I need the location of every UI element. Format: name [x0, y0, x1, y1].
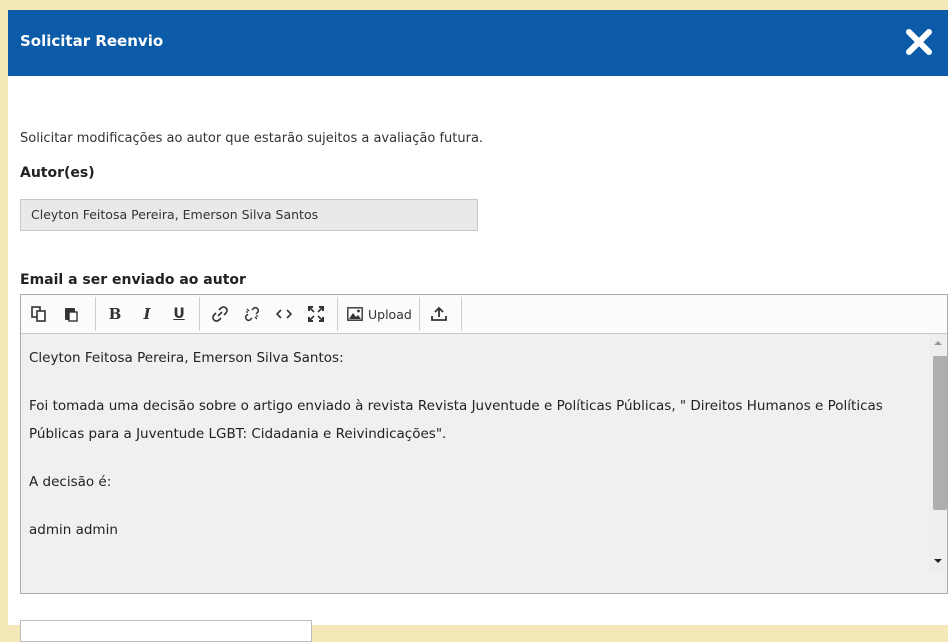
bold-button[interactable]: B: [99, 300, 131, 328]
copy-button[interactable]: [23, 300, 55, 328]
email-signature: admin admin: [29, 522, 118, 538]
email-editor[interactable]: B I U Upload Cleyton Feitosa Pereira, Em…: [20, 294, 948, 594]
email-label: Email a ser enviado ao autor: [20, 272, 246, 288]
authors-field[interactable]: Cleyton Feitosa Pereira, Emerson Silva S…: [20, 199, 478, 231]
italic-icon: I: [143, 305, 151, 323]
attachment-field[interactable]: [20, 620, 312, 642]
italic-button[interactable]: I: [131, 300, 163, 328]
dialog-panel: Solicitar Reenvio Solicitar modificações…: [8, 10, 948, 642]
code-button[interactable]: [268, 300, 300, 328]
image-icon: [347, 307, 363, 321]
unlink-button[interactable]: [236, 300, 268, 328]
upload-image-button[interactable]: Upload: [341, 300, 418, 328]
toolbar-divider: [337, 297, 338, 331]
underline-icon: U: [173, 306, 185, 322]
link-button[interactable]: [204, 300, 236, 328]
authors-label: Autor(es): [20, 165, 95, 181]
bold-icon: B: [108, 305, 122, 323]
media-group: Upload: [341, 299, 418, 329]
close-button[interactable]: [904, 27, 934, 57]
file-group: [423, 299, 455, 329]
toolbar-divider: [95, 297, 96, 331]
upload-file-button[interactable]: [423, 300, 455, 328]
email-decision: A decisão é:: [29, 474, 112, 490]
paste-icon: [65, 308, 78, 322]
scroll-down-icon: [934, 559, 942, 563]
editor-scrollbar[interactable]: [929, 334, 947, 572]
dialog-title: Solicitar Reenvio: [20, 32, 164, 50]
email-content[interactable]: Cleyton Feitosa Pereira, Emerson Silva S…: [29, 344, 919, 564]
editor-toolbar: B I U Upload: [21, 295, 947, 334]
underline-button[interactable]: U: [163, 300, 195, 328]
unlink-icon: [244, 306, 260, 322]
modal-overlay: Solicitar Reenvio Solicitar modificações…: [0, 0, 948, 642]
copy-icon: [31, 306, 46, 322]
email-greeting: Cleyton Feitosa Pereira, Emerson Silva S…: [29, 350, 344, 366]
upload-label: Upload: [368, 306, 412, 322]
scroll-down-button[interactable]: [929, 552, 947, 570]
fullscreen-icon: [308, 306, 324, 322]
email-paragraph: Foi tomada uma decisão sobre o artigo en…: [29, 398, 883, 442]
upload-icon: [431, 306, 447, 321]
toolbar-divider: [419, 297, 420, 331]
toolbar-divider: [199, 297, 200, 331]
code-icon: [276, 309, 292, 319]
clipboard-group: [23, 299, 87, 329]
format-group: B I U: [99, 299, 195, 329]
scroll-thumb[interactable]: [933, 356, 947, 510]
scroll-up-icon: [934, 341, 942, 345]
link-icon: [212, 306, 228, 322]
paste-button[interactable]: [55, 300, 87, 328]
link-group: [204, 299, 332, 329]
toolbar-divider: [461, 297, 462, 331]
scroll-up-button[interactable]: [929, 334, 947, 352]
fullscreen-button[interactable]: [300, 300, 332, 328]
close-icon: [906, 29, 932, 55]
intro-text: Solicitar modificações ao autor que esta…: [20, 131, 484, 146]
dialog-header: Solicitar Reenvio: [8, 10, 948, 76]
editor-body[interactable]: Cleyton Feitosa Pereira, Emerson Silva S…: [21, 334, 947, 593]
